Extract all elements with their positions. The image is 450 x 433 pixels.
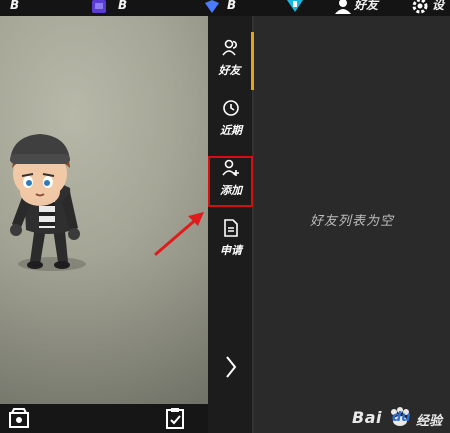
friends-top-icon — [335, 0, 351, 14]
chevron-right-icon[interactable] — [221, 355, 241, 379]
friends-icon — [222, 39, 237, 56]
shop-icon[interactable] — [8, 407, 30, 429]
nav-item-recent[interactable]: 近期 — [208, 92, 254, 150]
settings-top-button[interactable]: 设 — [408, 0, 450, 16]
bottom-bar — [0, 404, 208, 433]
top-item-4[interactable] — [285, 0, 305, 16]
request-document-icon — [224, 219, 238, 237]
nav-item-friends[interactable]: 好友 — [208, 32, 254, 90]
top-item-3[interactable]: B — [185, 0, 265, 16]
diamond-currency-icon — [287, 0, 303, 12]
top-bar: B B B 好友 设 — [0, 0, 450, 16]
add-highlight-box — [208, 156, 253, 207]
gear-icon — [412, 0, 428, 14]
friends-list-panel: 好友列表为空 — [254, 16, 450, 433]
character-card-icon — [92, 0, 106, 13]
empty-list-text: 好友列表为空 — [309, 214, 394, 229]
top-item-2[interactable]: B — [70, 0, 150, 16]
nav-item-requests[interactable]: 申请 — [208, 212, 254, 270]
baidu-watermark: Bai du 经验 — [352, 407, 443, 429]
recent-clock-icon — [223, 100, 239, 116]
gem-icon — [205, 0, 219, 13]
tasks-clipboard-icon[interactable] — [165, 407, 185, 429]
player-avatar[interactable] — [0, 16, 208, 404]
side-nav: 好友 近期 添加 申请 — [208, 16, 254, 433]
friends-top-button[interactable]: 好友 — [330, 0, 390, 16]
character-scene — [0, 16, 208, 404]
